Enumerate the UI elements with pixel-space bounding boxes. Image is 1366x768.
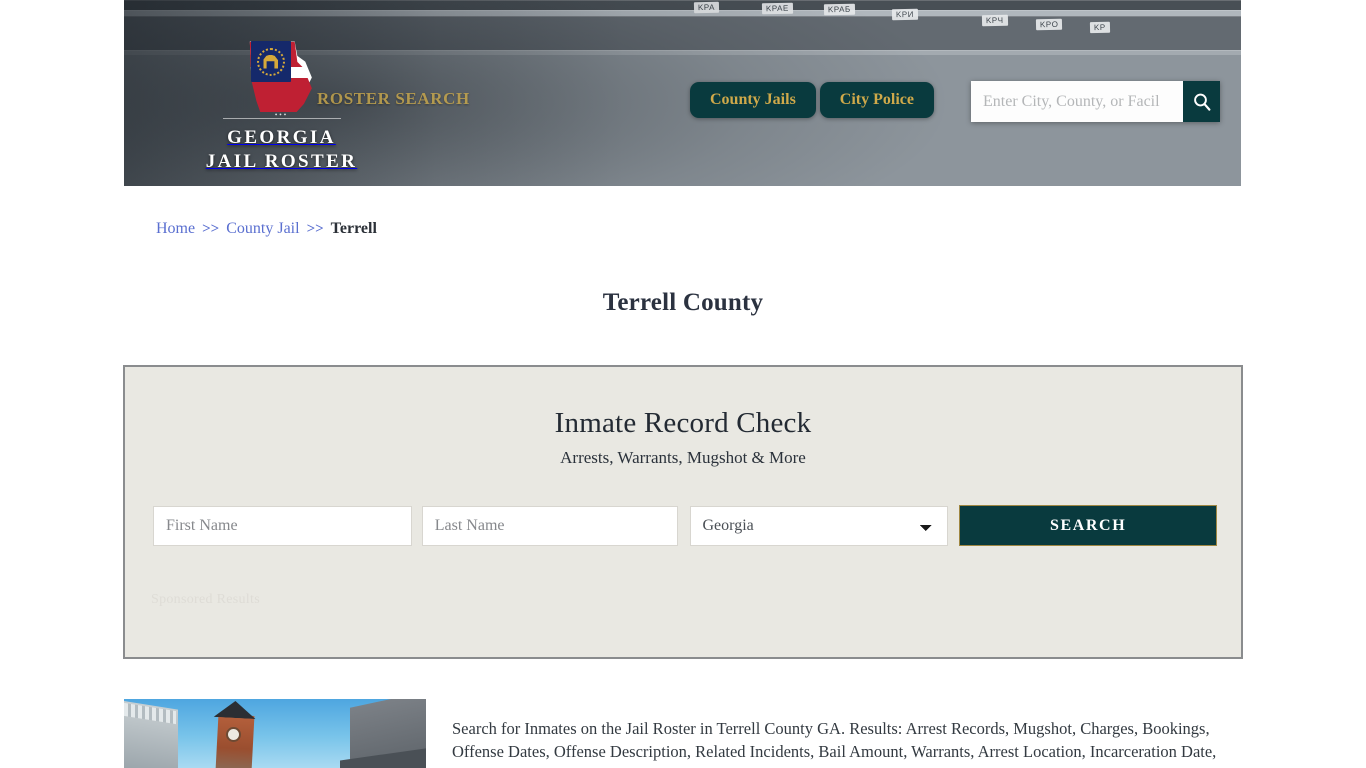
page-description: Search for Inmates on the Jail Roster in…: [452, 718, 1217, 768]
sponsored-results-label: Sponsored Results: [151, 592, 260, 607]
breadcrumb-separator: >>: [202, 221, 220, 237]
logo-line-2: JAIL ROSTER: [205, 150, 358, 172]
logo-line-1: GEORGIA: [227, 127, 336, 148]
panel-subtitle: Arrests, Warrants, Mugshot & More: [560, 448, 806, 467]
breadcrumb: Home >> County Jail >> Terrell: [156, 220, 377, 238]
last-name-input[interactable]: [421, 505, 678, 546]
page-title: Terrell County: [602, 288, 764, 316]
header-tagline: ROSTER SEARCH: [317, 89, 470, 108]
breadcrumb-item-county-jail[interactable]: County Jail: [226, 220, 299, 237]
header-search-button[interactable]: [1183, 81, 1220, 122]
header-nav: County Jails City Police: [690, 82, 934, 118]
nav-city-police[interactable]: City Police: [819, 82, 934, 118]
breadcrumb-item-home[interactable]: Home: [156, 220, 195, 237]
clock-face-icon: [226, 727, 241, 742]
page-root: KPA KPAE KPAБ KPИ KPЧ KPO KP GEORGIA JA: [0, 0, 1366, 768]
state-select[interactable]: GeorgiaAlabamaFloridaSouth CarolinaTenne…: [689, 505, 949, 546]
header-search-form: [971, 81, 1220, 122]
first-name-input[interactable]: [153, 505, 412, 546]
inmate-search-button[interactable]: SEARCH: [959, 505, 1217, 546]
nav-county-jails[interactable]: County Jails: [690, 82, 816, 118]
search-icon: [1193, 93, 1210, 111]
breadcrumb-item-current: Terrell: [330, 220, 377, 237]
georgia-state-flag-icon: [249, 40, 315, 112]
inmate-search-form: GeorgiaAlabamaFloridaSouth CarolinaTenne…: [153, 505, 1217, 546]
header-search-input[interactable]: [971, 81, 1183, 122]
county-courthouse-thumbnail[interactable]: [124, 699, 426, 768]
site-header: KPA KPAE KPAБ KPИ KPЧ KPO KP GEORGIA JA: [124, 0, 1241, 186]
logo-divider: [222, 118, 341, 119]
inmate-record-check-panel: Inmate Record Check Arrests, Warrants, M…: [123, 365, 1243, 659]
breadcrumb-separator: >>: [306, 221, 324, 237]
panel-title: Inmate Record Check: [554, 407, 812, 439]
